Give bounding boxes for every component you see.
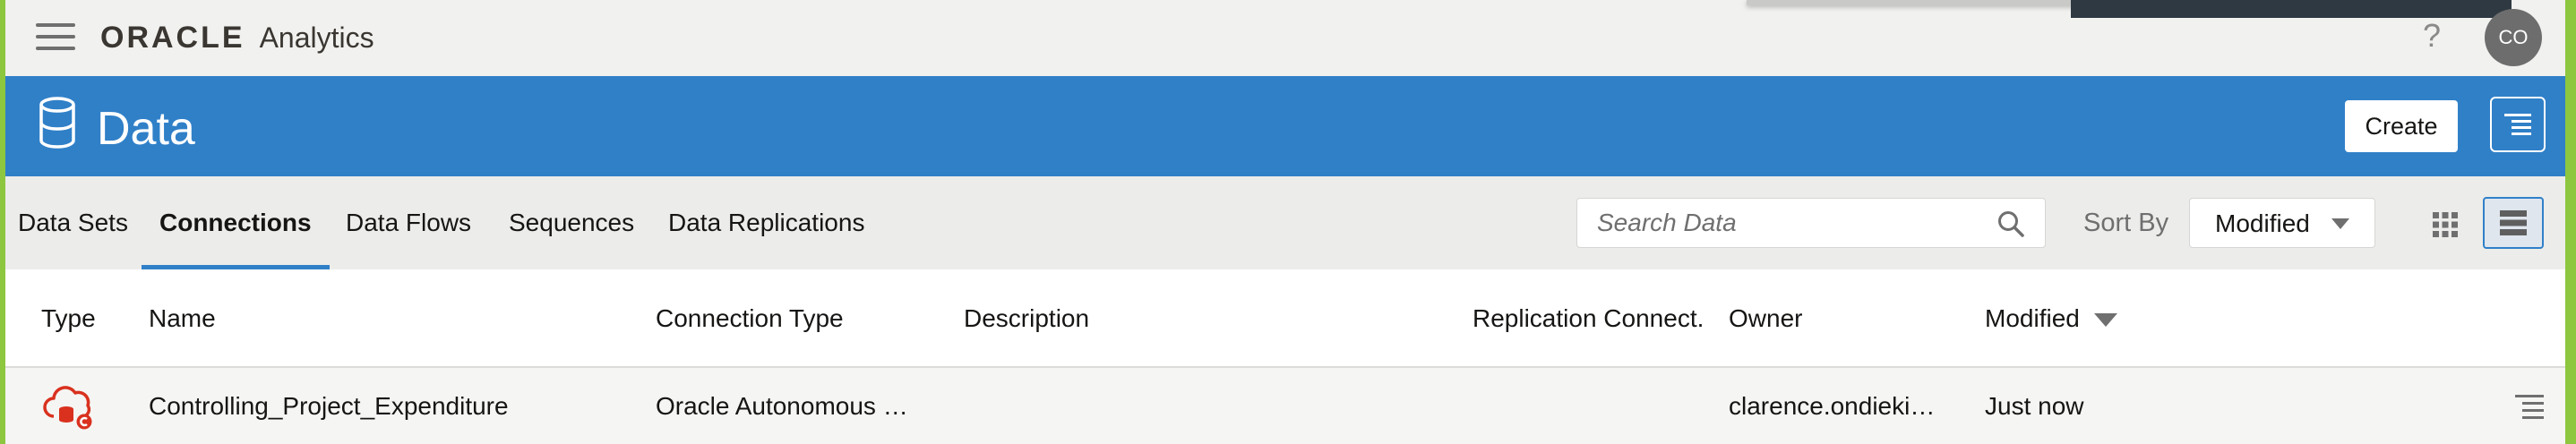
column-header-name[interactable]: Name xyxy=(149,269,216,368)
create-button[interactable]: Create xyxy=(2345,100,2458,152)
sort-by-label: Sort By xyxy=(2083,209,2169,237)
properties-panel-button[interactable] xyxy=(2490,97,2546,152)
brand-product: Analytics xyxy=(259,21,374,54)
brand-logo: ORACLE Analytics xyxy=(100,20,374,56)
table-header: Type Name Connection Type Description Re… xyxy=(5,269,2565,368)
column-header-description[interactable]: Description xyxy=(964,269,1089,368)
sort-by-select[interactable]: Modified xyxy=(2189,198,2375,248)
column-header-owner[interactable]: Owner xyxy=(1729,269,1802,368)
hamburger-menu-icon[interactable] xyxy=(36,23,75,50)
list-view-button[interactable] xyxy=(2483,197,2544,249)
sort-by-value: Modified xyxy=(2215,209,2310,237)
tab-data-replications[interactable]: Data Replications xyxy=(650,176,882,269)
list-view-icon xyxy=(2500,210,2527,235)
search-icon[interactable] xyxy=(1996,209,2025,238)
column-header-type[interactable]: Type xyxy=(41,269,96,368)
overlay-strip xyxy=(1747,0,2078,5)
tab-connections[interactable]: Connections xyxy=(142,176,330,269)
sort-descending-icon[interactable] xyxy=(2093,313,2117,328)
tab-data-flows[interactable]: Data Flows xyxy=(328,176,489,269)
brand-oracle: ORACLE xyxy=(100,20,245,55)
app-window: ORACLE Analytics ? CO Data Create Data S… xyxy=(5,0,2565,444)
page-header: Data Create xyxy=(5,76,2565,176)
cloud-database-icon xyxy=(43,386,92,430)
database-icon xyxy=(39,97,75,149)
column-header-modified[interactable]: Modified xyxy=(1985,269,2117,368)
column-header-connection-type[interactable]: Connection Type xyxy=(656,269,844,368)
grid-view-icon[interactable] xyxy=(2424,201,2467,244)
overlay-panel-edge xyxy=(2071,0,2512,18)
help-icon[interactable]: ? xyxy=(2418,16,2445,56)
tabs-toolbar: Data Sets Connections Data Flows Sequenc… xyxy=(5,176,2565,269)
avatar[interactable]: CO xyxy=(2485,9,2542,66)
panel-list-icon xyxy=(2504,114,2531,135)
search-box xyxy=(1576,198,2046,248)
row-actions-menu-icon[interactable] xyxy=(2513,391,2546,422)
search-input[interactable] xyxy=(1577,199,1989,247)
tab-data-sets[interactable]: Data Sets xyxy=(5,176,146,269)
top-bar: ORACLE Analytics ? CO xyxy=(5,0,2565,76)
page-title: Data xyxy=(97,103,195,155)
row-name[interactable]: Controlling_Project_Expenditure xyxy=(149,368,632,444)
row-modified: Just now xyxy=(1985,392,2084,420)
chevron-down-icon xyxy=(2331,218,2349,229)
row-connection-type: Oracle Autonomous … xyxy=(656,392,908,420)
row-owner: clarence.ondieki… xyxy=(1729,392,1936,420)
column-header-replication[interactable]: Replication Connect. xyxy=(1473,269,1704,368)
column-header-modified-label: Modified xyxy=(1985,304,2080,332)
tab-sequences[interactable]: Sequences xyxy=(491,176,652,269)
table-row[interactable]: Controlling_Project_Expenditure Oracle A… xyxy=(5,368,2565,444)
